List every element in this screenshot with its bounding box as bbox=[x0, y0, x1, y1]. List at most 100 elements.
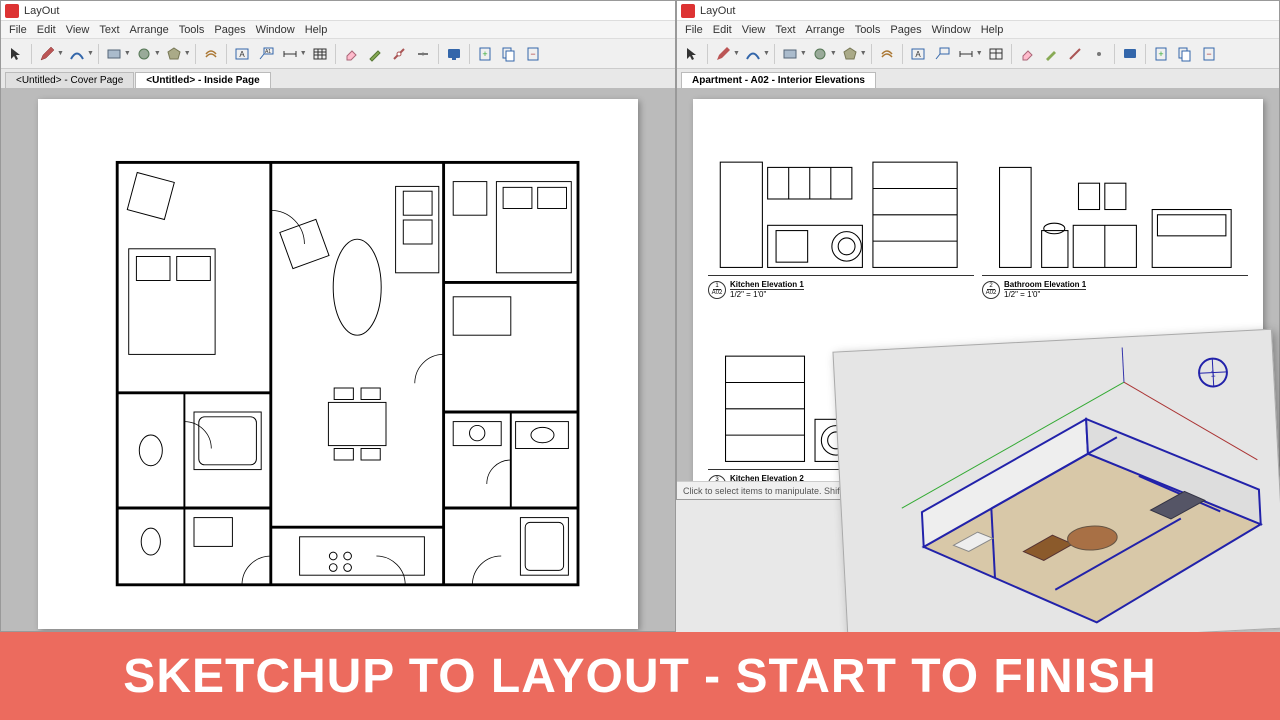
menu-tools[interactable]: Tools bbox=[174, 24, 210, 36]
video-title-banner: SKETCHUP TO LAYOUT - START TO FINISH bbox=[0, 632, 1280, 720]
select-tool-icon[interactable] bbox=[681, 43, 703, 65]
titlebar[interactable]: LayOut bbox=[1, 1, 675, 21]
join-tool-icon[interactable] bbox=[412, 43, 434, 65]
separator bbox=[31, 44, 32, 64]
dimension-tool-icon[interactable]: ▼ bbox=[279, 43, 307, 65]
eraser-tool-icon[interactable] bbox=[1016, 43, 1038, 65]
circle-tool-icon[interactable]: ▼ bbox=[809, 43, 837, 65]
menu-edit[interactable]: Edit bbox=[708, 24, 737, 36]
app-title: LayOut bbox=[700, 5, 735, 17]
table-tool-icon[interactable] bbox=[985, 43, 1007, 65]
tab-interior-elevations[interactable]: Apartment - A02 - Interior Elevations bbox=[681, 72, 876, 88]
paper[interactable] bbox=[38, 99, 638, 629]
presentation-tool-icon[interactable] bbox=[1119, 43, 1141, 65]
offset-tool-icon[interactable] bbox=[876, 43, 898, 65]
separator bbox=[707, 44, 708, 64]
menu-window[interactable]: Window bbox=[251, 24, 300, 36]
menu-arrange[interactable]: Arrange bbox=[801, 24, 850, 36]
text-tool-icon[interactable]: A bbox=[907, 43, 929, 65]
elevation-viewport[interactable] bbox=[982, 114, 1248, 276]
arc-tool-icon[interactable]: ▼ bbox=[742, 43, 770, 65]
separator bbox=[902, 44, 903, 64]
arc-tool-icon[interactable]: ▼ bbox=[66, 43, 94, 65]
polygon-tool-icon[interactable]: ▼ bbox=[839, 43, 867, 65]
svg-text:1: 1 bbox=[1210, 368, 1216, 378]
elevation-viewport[interactable] bbox=[708, 114, 974, 276]
join-tool-icon[interactable] bbox=[1088, 43, 1110, 65]
duplicate-page-icon[interactable] bbox=[1174, 43, 1196, 65]
menu-file[interactable]: File bbox=[680, 24, 708, 36]
separator bbox=[774, 44, 775, 64]
elevation-kitchen-1[interactable]: 1A02 Kitchen Elevation 11/2" = 1'0" bbox=[708, 114, 974, 300]
eraser-tool-icon[interactable] bbox=[340, 43, 362, 65]
elevation-bathroom-1[interactable]: 2A02 Bathroom Elevation 11/2" = 1'0" bbox=[982, 114, 1248, 300]
menu-view[interactable]: View bbox=[61, 24, 95, 36]
menu-pages[interactable]: Pages bbox=[209, 24, 250, 36]
sketchup-3d-viewport[interactable]: 1 bbox=[832, 329, 1280, 652]
label-tool-icon[interactable]: A1 bbox=[255, 43, 277, 65]
menu-text[interactable]: Text bbox=[94, 24, 124, 36]
elevation-scale: 1/2" = 1'0" bbox=[730, 290, 804, 300]
detail-bubble-icon: 2A02 bbox=[982, 281, 1000, 299]
tab-cover-page[interactable]: <Untitled> - Cover Page bbox=[5, 72, 134, 88]
select-tool-icon[interactable] bbox=[5, 43, 27, 65]
svg-text:+: + bbox=[482, 49, 487, 59]
add-page-icon[interactable]: + bbox=[474, 43, 496, 65]
delete-page-icon[interactable]: − bbox=[1198, 43, 1220, 65]
pencil-tool-icon[interactable]: ▼ bbox=[36, 43, 64, 65]
rectangle-tool-icon[interactable]: ▼ bbox=[779, 43, 807, 65]
table-tool-icon[interactable] bbox=[309, 43, 331, 65]
toolbar: ▼ ▼ ▼ ▼ ▼ A A1 ▼ + − bbox=[1, 39, 675, 69]
page-tabs: <Untitled> - Cover Page <Untitled> - Ins… bbox=[1, 69, 675, 89]
menu-view[interactable]: View bbox=[737, 24, 771, 36]
label-tool-icon[interactable] bbox=[931, 43, 953, 65]
text-tool-icon[interactable]: A bbox=[231, 43, 253, 65]
elevation-name: Kitchen Elevation 2 bbox=[730, 474, 804, 481]
delete-page-icon[interactable]: − bbox=[522, 43, 544, 65]
menu-pages[interactable]: Pages bbox=[885, 24, 926, 36]
style-tool-icon[interactable] bbox=[364, 43, 386, 65]
style-tool-icon[interactable] bbox=[1040, 43, 1062, 65]
pencil-tool-icon[interactable]: ▼ bbox=[712, 43, 740, 65]
elevation-name: Kitchen Elevation 1 bbox=[730, 280, 804, 291]
menu-tools[interactable]: Tools bbox=[850, 24, 886, 36]
separator bbox=[1011, 44, 1012, 64]
detail-bubble-icon: 3A02 bbox=[708, 475, 726, 481]
tab-inside-page[interactable]: <Untitled> - Inside Page bbox=[135, 72, 270, 88]
app-icon bbox=[5, 4, 19, 18]
presentation-tool-icon[interactable] bbox=[443, 43, 465, 65]
menu-help[interactable]: Help bbox=[300, 24, 333, 36]
menu-arrange[interactable]: Arrange bbox=[125, 24, 174, 36]
elevation-scale: 1/2" = 1'0" bbox=[1004, 290, 1086, 300]
menu-file[interactable]: File bbox=[4, 24, 32, 36]
menu-text[interactable]: Text bbox=[770, 24, 800, 36]
split-tool-icon[interactable] bbox=[388, 43, 410, 65]
menubar: File Edit View Text Arrange Tools Pages … bbox=[1, 21, 675, 39]
titlebar[interactable]: LayOut bbox=[677, 1, 1279, 21]
circle-tool-icon[interactable]: ▼ bbox=[133, 43, 161, 65]
menu-edit[interactable]: Edit bbox=[32, 24, 61, 36]
rectangle-tool-icon[interactable]: ▼ bbox=[103, 43, 131, 65]
dimension-tool-icon[interactable]: ▼ bbox=[955, 43, 983, 65]
elevation-label: 1A02 Kitchen Elevation 11/2" = 1'0" bbox=[708, 280, 974, 300]
floor-plan-viewport[interactable] bbox=[63, 124, 613, 604]
add-page-icon[interactable]: + bbox=[1150, 43, 1172, 65]
offset-tool-icon[interactable] bbox=[200, 43, 222, 65]
duplicate-page-icon[interactable] bbox=[498, 43, 520, 65]
polygon-tool-icon[interactable]: ▼ bbox=[163, 43, 191, 65]
page-tabs: Apartment - A02 - Interior Elevations bbox=[677, 69, 1279, 89]
layout-window-left: LayOut File Edit View Text Arrange Tools… bbox=[0, 0, 676, 632]
banner-text: SKETCHUP TO LAYOUT - START TO FINISH bbox=[123, 649, 1156, 704]
menu-window[interactable]: Window bbox=[927, 24, 976, 36]
svg-text:A: A bbox=[239, 50, 245, 59]
svg-text:+: + bbox=[1158, 49, 1163, 59]
canvas[interactable] bbox=[1, 89, 675, 631]
toolbar: ▼ ▼ ▼ ▼ ▼ A ▼ + − bbox=[677, 39, 1279, 69]
split-tool-icon[interactable] bbox=[1064, 43, 1086, 65]
svg-text:−: − bbox=[1206, 49, 1211, 59]
separator bbox=[871, 44, 872, 64]
menubar: File Edit View Text Arrange Tools Pages … bbox=[677, 21, 1279, 39]
detail-bubble-icon: 1A02 bbox=[708, 281, 726, 299]
menu-help[interactable]: Help bbox=[976, 24, 1009, 36]
separator bbox=[438, 44, 439, 64]
